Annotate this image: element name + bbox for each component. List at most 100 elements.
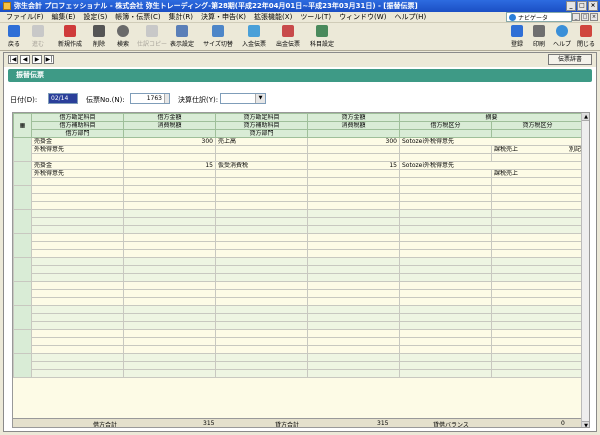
empty-cell[interactable] xyxy=(307,265,400,274)
empty-cell[interactable] xyxy=(31,193,124,202)
search-button[interactable]: 検索 xyxy=(112,25,134,50)
empty-cell[interactable] xyxy=(31,209,124,218)
empty-cell[interactable] xyxy=(490,353,585,362)
empty-cell[interactable] xyxy=(307,249,400,258)
empty-cell[interactable] xyxy=(490,329,585,338)
table-row[interactable] xyxy=(14,369,585,378)
empty-cell[interactable] xyxy=(31,289,124,298)
credit-amount-cell[interactable]: 15 xyxy=(307,161,400,170)
empty-cell[interactable] xyxy=(307,257,400,266)
empty-cell[interactable] xyxy=(215,281,308,290)
table-row[interactable] xyxy=(14,241,585,250)
credit-tax-class-cell[interactable]: 課税売上 別記 xyxy=(490,145,585,154)
empty-cell[interactable] xyxy=(490,297,585,306)
menu-extensions[interactable]: 拡張機能(X) xyxy=(250,12,296,22)
new-button[interactable]: 新規作成 xyxy=(54,25,86,50)
empty-cell[interactable] xyxy=(123,209,216,218)
empty-cell[interactable] xyxy=(123,241,216,250)
empty-cell[interactable] xyxy=(307,313,400,322)
menu-file[interactable]: ファイル(F) xyxy=(2,12,48,22)
table-row[interactable] xyxy=(14,193,585,202)
empty-cell[interactable] xyxy=(123,369,216,378)
empty-cell[interactable] xyxy=(399,217,492,226)
empty-cell[interactable] xyxy=(31,265,124,274)
empty-cell[interactable] xyxy=(399,361,492,370)
empty-cell[interactable] xyxy=(399,241,492,250)
menu-reports[interactable]: 集計(R) xyxy=(165,12,197,22)
empty-cell[interactable] xyxy=(490,369,585,378)
credit-account-cell[interactable]: 仮受消費税 xyxy=(215,161,308,170)
credit-tax-class-cell[interactable]: 課税売上 xyxy=(490,169,585,178)
empty-cell[interactable] xyxy=(215,369,308,378)
empty-cell[interactable] xyxy=(490,217,585,226)
empty-cell[interactable] xyxy=(31,233,124,242)
empty-cell[interactable] xyxy=(123,193,216,202)
empty-cell[interactable] xyxy=(31,201,124,210)
table-row[interactable] xyxy=(14,297,585,306)
empty-cell[interactable] xyxy=(215,193,308,202)
empty-cell[interactable] xyxy=(31,305,124,314)
menu-settings[interactable]: 設定(S) xyxy=(79,12,111,22)
navigator-button[interactable]: ナビゲータ xyxy=(506,12,572,22)
table-row[interactable] xyxy=(14,201,585,210)
empty-cell[interactable] xyxy=(490,345,585,354)
table-row[interactable] xyxy=(14,249,585,258)
debit-tax-class-cell[interactable] xyxy=(399,169,492,178)
empty-cell[interactable] xyxy=(307,305,400,314)
empty-cell[interactable] xyxy=(123,321,216,330)
empty-cell[interactable] xyxy=(307,297,400,306)
debit-sub-cell[interactable]: 外税得意先 xyxy=(31,169,124,178)
display-settings-button[interactable]: 表示設定 xyxy=(166,25,198,50)
debit-tax-cell[interactable] xyxy=(123,145,216,154)
empty-cell[interactable] xyxy=(31,321,124,330)
table-row[interactable] xyxy=(13,305,585,330)
empty-cell[interactable] xyxy=(399,201,492,210)
closing-entry-select[interactable]: ▼ xyxy=(220,93,266,104)
empty-cell[interactable] xyxy=(31,225,124,234)
empty-cell[interactable] xyxy=(399,321,492,330)
empty-cell[interactable] xyxy=(215,233,308,242)
empty-cell[interactable] xyxy=(490,281,585,290)
empty-cell[interactable] xyxy=(490,321,585,330)
inner-minimize-button[interactable]: _ xyxy=(572,13,580,21)
empty-cell[interactable] xyxy=(399,257,492,266)
empty-cell[interactable] xyxy=(307,233,400,242)
empty-cell[interactable] xyxy=(490,241,585,250)
empty-cell[interactable] xyxy=(215,361,308,370)
empty-cell[interactable] xyxy=(307,185,400,194)
number-input[interactable]: 1763 xyxy=(130,93,170,104)
empty-cell[interactable] xyxy=(399,265,492,274)
table-row[interactable] xyxy=(14,225,585,234)
empty-cell[interactable] xyxy=(399,225,492,234)
empty-cell[interactable] xyxy=(215,297,308,306)
empty-cell[interactable] xyxy=(215,337,308,346)
empty-cell[interactable] xyxy=(399,305,492,314)
empty-cell[interactable] xyxy=(490,305,585,314)
empty-cell[interactable] xyxy=(123,353,216,362)
scroll-down-button[interactable]: ▼ xyxy=(582,421,589,427)
date-input[interactable]: 02/14 xyxy=(48,93,78,104)
table-row[interactable] xyxy=(14,361,585,370)
empty-cell[interactable] xyxy=(399,209,492,218)
empty-cell[interactable] xyxy=(307,289,400,298)
empty-cell[interactable] xyxy=(31,369,124,378)
empty-cell[interactable] xyxy=(123,345,216,354)
register-button[interactable]: 登録 xyxy=(506,25,528,50)
empty-cell[interactable] xyxy=(31,249,124,258)
empty-cell[interactable] xyxy=(215,289,308,298)
receipt-slip-button[interactable]: 入金伝票 xyxy=(238,25,270,50)
table-row[interactable] xyxy=(13,353,585,378)
empty-cell[interactable] xyxy=(215,353,308,362)
menu-window[interactable]: ウィンドウ(W) xyxy=(335,12,390,22)
empty-cell[interactable] xyxy=(490,273,585,282)
empty-cell[interactable] xyxy=(307,329,400,338)
empty-cell[interactable] xyxy=(31,257,124,266)
empty-cell[interactable] xyxy=(490,209,585,218)
memo-cell[interactable]: Sotozei外税得意先 xyxy=(398,137,585,146)
empty-cell[interactable] xyxy=(123,305,216,314)
next-record-button[interactable]: ▶ xyxy=(32,55,42,64)
empty-cell[interactable] xyxy=(123,313,216,322)
table-row[interactable]: 売掛金 15 仮受消費税 15 Sotozei外税得意先 xyxy=(13,161,585,186)
empty-cell[interactable] xyxy=(215,321,308,330)
credit-tax-cell[interactable] xyxy=(307,145,400,154)
